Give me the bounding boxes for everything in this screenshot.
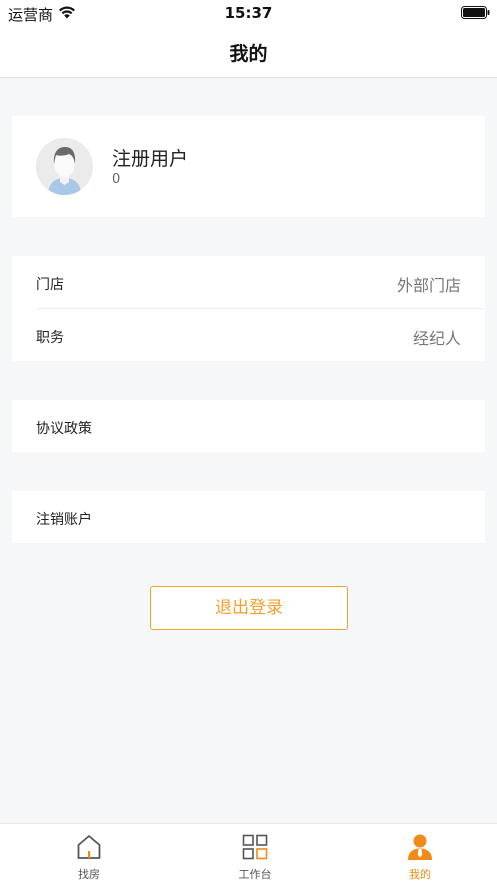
- position-label: 职务: [36, 330, 64, 346]
- tab-find-house-label: 找房: [78, 868, 100, 881]
- cancel-account-label: 注销账户: [36, 512, 92, 528]
- agreement-policy-item[interactable]: 协议政策: [12, 400, 485, 452]
- info-card: 门店 外部门店 职务 经纪人: [12, 256, 485, 361]
- nav-bar: 我的: [0, 28, 497, 78]
- position-row: 职务 经纪人: [12, 309, 485, 361]
- tab-find-house[interactable]: 找房: [29, 824, 149, 883]
- person-icon: [408, 834, 432, 860]
- user-id: 0: [112, 172, 121, 187]
- battery-icon: [461, 6, 490, 19]
- house-icon: [77, 835, 101, 859]
- status-time: 15:37: [224, 4, 273, 22]
- agreement-policy-label: 协议政策: [36, 421, 92, 437]
- store-row: 门店 外部门店: [12, 256, 485, 309]
- tab-mine[interactable]: 我的: [360, 824, 480, 883]
- avatar-person-icon: [36, 138, 93, 195]
- grid-icon: [242, 834, 268, 860]
- page-title: 我的: [229, 43, 268, 65]
- tab-bar: 找房 工作台 我的: [0, 823, 497, 883]
- position-value: 经纪人: [412, 329, 461, 348]
- tab-workbench[interactable]: 工作台: [195, 824, 315, 883]
- tab-mine-label: 我的: [409, 868, 431, 881]
- screen: 运营商 15:37 我的 注册用户 0 门店 外部门店 职务 经纪人 协议政策 …: [0, 0, 497, 883]
- cancel-account-item[interactable]: 注销账户: [12, 491, 485, 543]
- logout-button[interactable]: 退出登录: [150, 586, 348, 630]
- status-bar: 运营商 15:37: [0, 0, 497, 28]
- profile-card[interactable]: 注册用户 0: [12, 116, 485, 217]
- avatar[interactable]: [36, 138, 93, 195]
- store-label: 门店: [36, 277, 64, 293]
- tab-workbench-label: 工作台: [238, 868, 272, 881]
- store-value: 外部门店: [396, 276, 461, 295]
- user-name: 注册用户: [112, 148, 189, 170]
